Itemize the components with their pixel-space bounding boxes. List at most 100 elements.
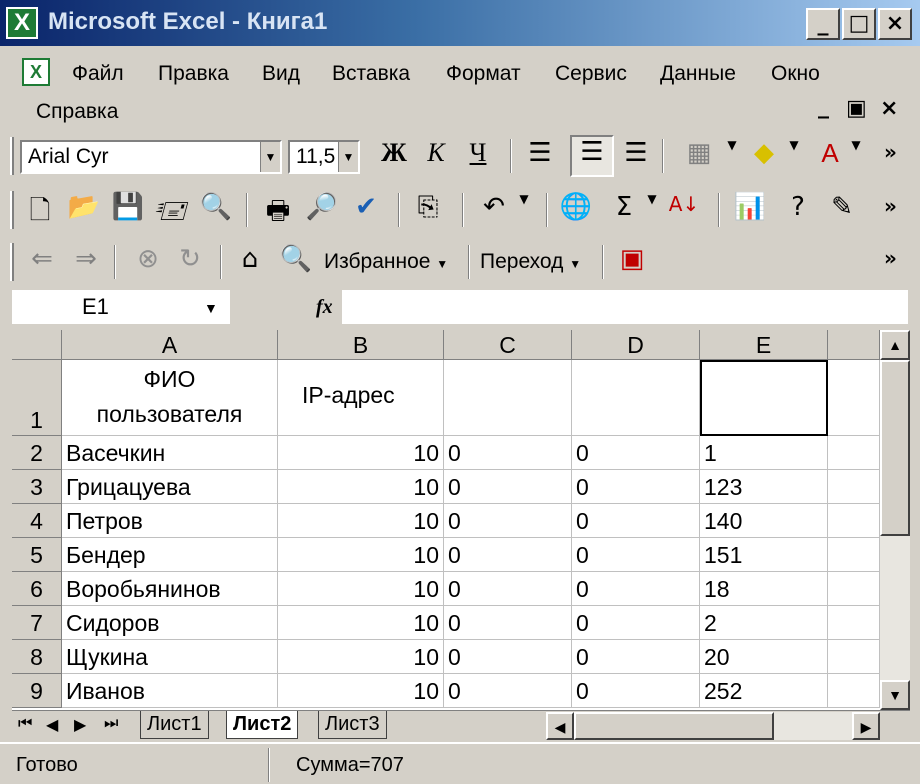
cell-b[interactable]: 10: [278, 674, 444, 708]
underline-button[interactable]: Ч: [460, 138, 496, 174]
print-preview-icon[interactable]: 🔎: [304, 192, 340, 228]
toolbar-grip[interactable]: [10, 137, 14, 175]
cell-c[interactable]: 0: [444, 674, 572, 708]
scroll-left-icon[interactable]: ◀: [546, 712, 574, 740]
cell-c[interactable]: 0: [444, 470, 572, 504]
spelling-icon[interactable]: ✔: [348, 192, 384, 228]
scroll-right-icon[interactable]: ▶: [852, 712, 880, 740]
show-web-toolbar-icon[interactable]: ▣: [614, 244, 650, 280]
stop-icon[interactable]: ⊗: [130, 244, 166, 280]
permission-icon[interactable]: 🖅: [154, 192, 190, 228]
cell-e[interactable]: 151: [700, 538, 828, 572]
mdi-restore-button[interactable]: ▣: [846, 96, 867, 121]
cell-b[interactable]: 10: [278, 470, 444, 504]
column-header-e[interactable]: E: [700, 330, 828, 360]
cell-b[interactable]: 10: [278, 572, 444, 606]
column-header-b[interactable]: B: [278, 330, 444, 360]
cell-e[interactable]: 20: [700, 640, 828, 674]
sort-ascending-icon[interactable]: A↓: [666, 192, 702, 228]
chevron-down-icon[interactable]: ▼: [848, 138, 864, 174]
cell-f[interactable]: [828, 572, 880, 606]
borders-icon[interactable]: ▦: [674, 138, 724, 174]
cell-a[interactable]: Грицацуева: [62, 470, 278, 504]
bold-button[interactable]: Ж: [376, 138, 412, 174]
chevron-down-icon[interactable]: ▼: [644, 192, 660, 228]
drawing-icon[interactable]: ✎: [824, 192, 860, 228]
search-web-icon[interactable]: 🔍: [278, 244, 314, 280]
menu-view[interactable]: Вид: [262, 62, 300, 86]
cell-a[interactable]: Иванов: [62, 674, 278, 708]
italic-button[interactable]: К: [418, 138, 454, 174]
sheet-tab-2-active[interactable]: Лист2: [226, 711, 299, 739]
cell-c[interactable]: 0: [444, 538, 572, 572]
cell-b[interactable]: 10: [278, 640, 444, 674]
mdi-close-button[interactable]: ×: [880, 96, 898, 121]
cell-d1[interactable]: [572, 360, 700, 436]
toolbar-grip[interactable]: [10, 191, 14, 229]
cell-e1-selected[interactable]: [700, 360, 828, 436]
back-arrow-icon[interactable]: ⇐: [24, 244, 60, 280]
align-left-icon[interactable]: ☰: [522, 138, 558, 174]
toolbar-options-icon[interactable]: »: [884, 194, 897, 218]
cell-f[interactable]: [828, 606, 880, 640]
help-icon[interactable]: ?: [780, 192, 816, 228]
cell-f1[interactable]: [828, 360, 880, 436]
cell-d[interactable]: 0: [572, 436, 700, 470]
column-header-a[interactable]: A: [62, 330, 278, 360]
workbook-icon[interactable]: X: [22, 58, 50, 86]
cell-b[interactable]: 10: [278, 538, 444, 572]
font-color-icon[interactable]: A: [812, 138, 848, 174]
mdi-minimize-button[interactable]: _: [818, 94, 829, 119]
autosum-icon[interactable]: Σ: [606, 192, 642, 228]
cell-e[interactable]: 18: [700, 572, 828, 606]
sheet-tab-1[interactable]: Лист1: [140, 711, 209, 739]
row-header[interactable]: 7: [12, 606, 62, 640]
title-bar[interactable]: X Microsoft Excel - Книга1 _ □ ×: [0, 0, 920, 46]
chevron-down-icon[interactable]: ▼: [516, 192, 532, 228]
menu-file[interactable]: Файл: [72, 62, 124, 86]
menu-help[interactable]: Справка: [36, 100, 118, 124]
cell-c[interactable]: 0: [444, 436, 572, 470]
cell-a1[interactable]: ФИО пользователя: [62, 360, 278, 436]
vertical-scrollbar[interactable]: ▲ ▼: [880, 330, 910, 710]
font-size-combo[interactable]: 11,5 ▼: [288, 140, 360, 174]
hyperlink-icon[interactable]: 🌐: [558, 192, 594, 228]
open-folder-icon[interactable]: 📂: [66, 192, 102, 228]
fill-color-icon[interactable]: ◆: [746, 138, 782, 174]
cell-f[interactable]: [828, 538, 880, 572]
insert-function-icon[interactable]: fx: [316, 296, 333, 319]
cell-c1[interactable]: [444, 360, 572, 436]
chevron-down-icon[interactable]: ▼: [338, 142, 358, 172]
cell-a[interactable]: Бендер: [62, 538, 278, 572]
cell-d[interactable]: 0: [572, 538, 700, 572]
cell-e[interactable]: 123: [700, 470, 828, 504]
cell-d[interactable]: 0: [572, 504, 700, 538]
cell-b[interactable]: 10: [278, 504, 444, 538]
next-sheet-icon[interactable]: ▶: [74, 715, 86, 735]
menu-tools[interactable]: Сервис: [555, 62, 627, 86]
new-document-icon[interactable]: 🗋: [22, 192, 58, 228]
scroll-down-icon[interactable]: ▼: [880, 680, 910, 710]
cell-c[interactable]: 0: [444, 640, 572, 674]
menu-insert[interactable]: Вставка: [332, 62, 410, 86]
scroll-up-icon[interactable]: ▲: [880, 330, 910, 360]
cell-a[interactable]: Воробьянинов: [62, 572, 278, 606]
cell-d[interactable]: 0: [572, 606, 700, 640]
column-header-f[interactable]: [828, 330, 880, 360]
select-all-corner[interactable]: [12, 330, 62, 360]
menu-window[interactable]: Окно: [771, 62, 820, 86]
row-header[interactable]: 9: [12, 674, 62, 708]
cell-c[interactable]: 0: [444, 572, 572, 606]
excel-app-icon[interactable]: X: [6, 7, 38, 39]
home-icon[interactable]: ⌂: [232, 244, 268, 280]
row-header[interactable]: 8: [12, 640, 62, 674]
chevron-down-icon[interactable]: ▼: [260, 142, 280, 172]
row-header[interactable]: 5: [12, 538, 62, 572]
goto-menu[interactable]: Переход ▼: [480, 250, 581, 274]
scroll-thumb[interactable]: [880, 360, 910, 536]
align-right-icon[interactable]: ☰: [618, 138, 654, 174]
cell-f[interactable]: [828, 640, 880, 674]
undo-icon[interactable]: ↶: [476, 192, 512, 228]
search-icon[interactable]: 🔍: [198, 192, 234, 228]
cell-a[interactable]: Щукина: [62, 640, 278, 674]
